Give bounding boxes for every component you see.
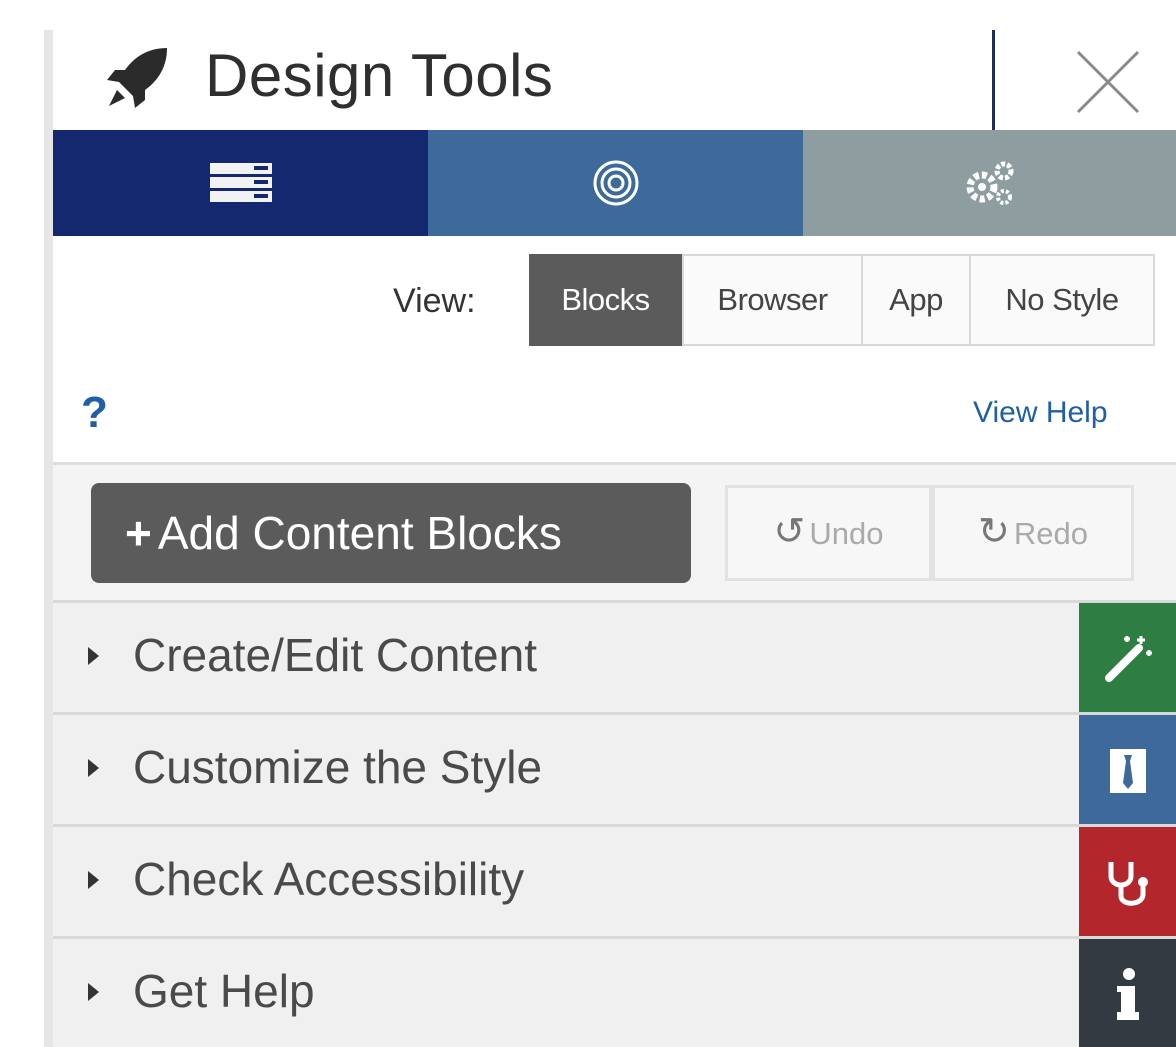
header-divider — [992, 30, 995, 130]
section-label: Check Accessibility — [133, 853, 525, 905]
content-toolbar: + Add Content Blocks ↺ Undo ↻ Redo — [53, 465, 1176, 600]
caret-right-icon — [88, 647, 99, 665]
section-create-edit-content[interactable]: Create/Edit Content — [53, 600, 1176, 715]
caret-right-icon — [88, 759, 99, 777]
redo-button[interactable]: ↻ Redo — [932, 485, 1134, 581]
view-label: View: — [393, 282, 476, 320]
server-icon — [209, 163, 272, 202]
gears-icon — [966, 161, 1013, 205]
info-icon — [1079, 939, 1176, 1047]
view-option-browser[interactable]: Browser — [682, 254, 863, 346]
tab-settings[interactable] — [803, 130, 1176, 236]
section-check-accessibility[interactable]: Check Accessibility — [53, 824, 1176, 939]
tab-target[interactable] — [428, 130, 803, 236]
caret-right-icon — [88, 871, 99, 889]
magic-wand-icon — [1079, 603, 1176, 715]
tab-bar — [53, 130, 1176, 236]
undo-label: Undo — [809, 516, 884, 551]
rocket-icon — [107, 48, 167, 108]
undo-button[interactable]: ↺ Undo — [725, 485, 932, 581]
section-get-help[interactable]: Get Help — [53, 936, 1176, 1047]
section-label: Get Help — [133, 965, 315, 1017]
section-customize-style[interactable]: Customize the Style — [53, 712, 1176, 827]
add-content-blocks-button[interactable]: + Add Content Blocks — [91, 483, 691, 583]
view-option-no-style[interactable]: No Style — [969, 254, 1155, 346]
view-help-link[interactable]: View Help — [973, 396, 1108, 430]
view-option-app[interactable]: App — [861, 254, 971, 346]
design-tools-panel: Design Tools View: Blocks Browser App No… — [53, 30, 1176, 1047]
panel-title: Design Tools — [205, 42, 554, 109]
panel-header: Design Tools — [53, 30, 1176, 130]
add-content-blocks-label: Add Content Blocks — [157, 507, 562, 559]
help-row: ? View Help — [53, 380, 1176, 462]
redo-label: Redo — [1013, 516, 1088, 551]
help-icon[interactable]: ? — [81, 388, 108, 438]
stethoscope-icon — [1079, 827, 1176, 939]
section-label: Customize the Style — [133, 741, 543, 793]
tab-layout[interactable] — [53, 130, 428, 236]
caret-right-icon — [88, 983, 99, 1001]
tie-icon — [1079, 715, 1176, 827]
view-option-blocks[interactable]: Blocks — [529, 254, 682, 346]
panel-left-border — [44, 30, 53, 1047]
undo-icon: ↺ — [773, 511, 806, 553]
plus-icon: + — [125, 507, 152, 559]
view-selector: View: Blocks Browser App No Style — [53, 254, 1176, 348]
target-icon — [593, 160, 638, 206]
redo-icon: ↻ — [978, 511, 1010, 553]
close-icon[interactable] — [1070, 44, 1146, 120]
section-label: Create/Edit Content — [133, 629, 538, 681]
